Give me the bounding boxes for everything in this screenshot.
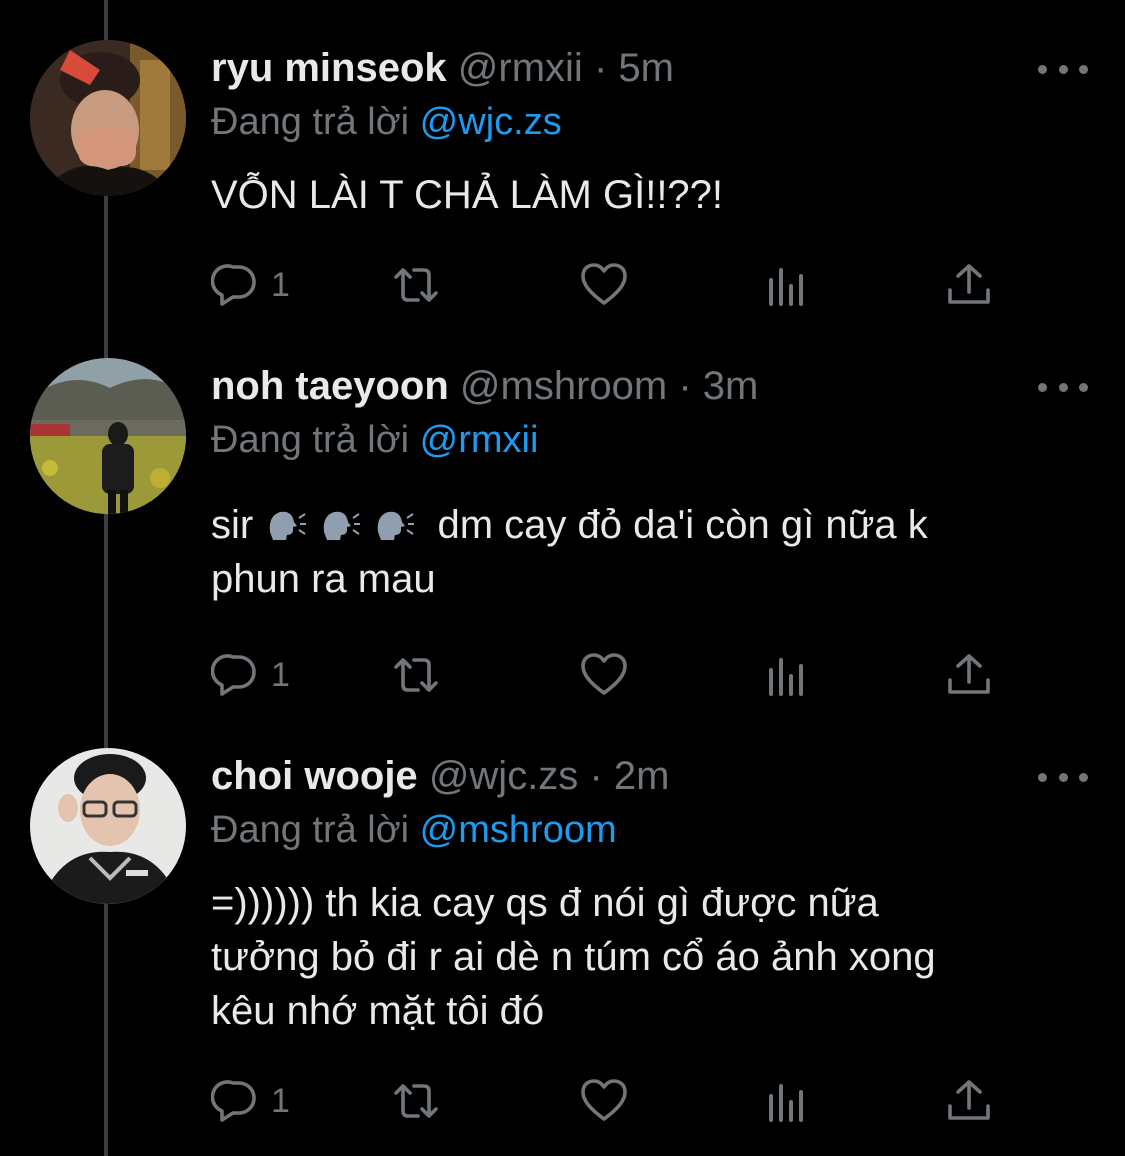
share-icon — [948, 654, 990, 694]
share-button[interactable] — [944, 258, 994, 312]
tweet-header: ryu minseok @rmxii · 5m — [211, 40, 674, 96]
like-button[interactable] — [579, 648, 629, 702]
heart-icon — [581, 653, 627, 695]
share-button[interactable] — [944, 648, 994, 702]
tweet-header: noh taeyoon @mshroom · 3m — [211, 358, 758, 414]
speaking-head-icon — [378, 511, 415, 540]
share-icon — [948, 1080, 990, 1120]
reply-button[interactable]: 1 — [211, 648, 290, 702]
speaking-head-icon — [324, 511, 361, 540]
views-icon — [769, 1084, 803, 1122]
more-icon[interactable] — [1038, 54, 1088, 84]
views-icon — [769, 268, 803, 306]
views-button[interactable] — [764, 648, 814, 702]
views-button[interactable] — [764, 1074, 814, 1128]
retweet-button[interactable] — [391, 648, 441, 702]
reply-count: 1 — [271, 655, 290, 694]
reply-icon — [211, 1080, 256, 1122]
tweet-text-start: sir — [211, 503, 254, 547]
user-handle[interactable]: @mshroom — [460, 364, 667, 408]
retweet-icon — [394, 268, 438, 302]
replying-to: Đang trả lời @wjc.zs — [211, 96, 562, 148]
reply-button[interactable]: 1 — [211, 258, 290, 312]
avatar[interactable] — [30, 748, 186, 904]
tweet-text-line: tưởng bỏ đi r ai dè n túm cổ áo ảnh xong — [211, 935, 936, 979]
reply-icon — [211, 654, 256, 696]
tweet-text: sir dm cay đỏ da'i còn gì nữa k phun ra … — [211, 498, 1081, 606]
views-button[interactable] — [764, 258, 814, 312]
tweet-text-line: sir dm cay đỏ da'i còn gì nữa k — [211, 498, 1081, 552]
replying-to-label: Đang trả lời — [211, 101, 410, 143]
avatar[interactable] — [30, 40, 186, 196]
timestamp[interactable]: · 5m — [594, 46, 674, 90]
user-handle[interactable]: @wjc.zs — [429, 754, 579, 798]
tweet-text-line: =)))))) th kia cay qs đ nói gì được nữa — [211, 881, 879, 925]
avatar[interactable] — [30, 358, 186, 514]
retweet-button[interactable] — [391, 1074, 441, 1128]
timestamp[interactable]: · 3m — [678, 364, 758, 408]
action-bar: 1 — [211, 1074, 1011, 1128]
mention-link[interactable]: @mshroom — [420, 809, 617, 851]
tweet-text: VỖN LÀI T CHẢ LÀM GÌ!!??! — [211, 173, 724, 217]
tweet-text-line: kêu nhớ mặt tôi đó — [211, 989, 545, 1033]
user-handle[interactable]: @rmxii — [458, 46, 583, 90]
like-button[interactable] — [579, 1074, 629, 1128]
more-icon[interactable] — [1038, 762, 1088, 792]
avatar-image — [30, 358, 186, 514]
share-button[interactable] — [944, 1074, 994, 1128]
timestamp[interactable]: · 2m — [589, 754, 669, 798]
more-icon[interactable] — [1038, 372, 1088, 402]
action-bar: 1 — [211, 258, 1011, 312]
replying-to-label: Đang trả lời — [211, 809, 410, 851]
replying-to: Đang trả lời @rmxii — [211, 414, 538, 466]
display-name[interactable]: ryu minseok — [211, 46, 447, 90]
avatar-image — [30, 40, 186, 196]
tweet-text-line: phun ra mau — [211, 557, 436, 601]
action-bar: 1 — [211, 648, 1011, 702]
display-name[interactable]: noh taeyoon — [211, 364, 449, 408]
heart-icon — [581, 263, 627, 305]
replying-to-label: Đang trả lời — [211, 419, 410, 461]
replying-to: Đang trả lời @mshroom — [211, 804, 617, 856]
reply-count: 1 — [271, 265, 290, 304]
reply-button[interactable]: 1 — [211, 1074, 290, 1128]
tweet-header: choi wooje @wjc.zs · 2m — [211, 748, 669, 804]
tweet-text-rest: dm cay đỏ da'i còn gì nữa k — [437, 503, 928, 547]
retweet-icon — [394, 658, 438, 692]
avatar-image — [30, 748, 186, 904]
mention-link[interactable]: @wjc.zs — [420, 101, 562, 143]
like-button[interactable] — [579, 258, 629, 312]
speaking-head-icon — [270, 511, 307, 540]
retweet-button[interactable] — [391, 258, 441, 312]
heart-icon — [581, 1079, 627, 1121]
share-icon — [948, 264, 990, 304]
tweet-text: =)))))) th kia cay qs đ nói gì được nữa … — [211, 876, 1081, 1038]
reply-icon — [211, 264, 256, 306]
mention-link[interactable]: @rmxii — [420, 419, 539, 461]
retweet-icon — [394, 1084, 438, 1118]
reply-count: 1 — [271, 1081, 290, 1120]
views-icon — [769, 658, 803, 696]
display-name[interactable]: choi wooje — [211, 754, 418, 798]
